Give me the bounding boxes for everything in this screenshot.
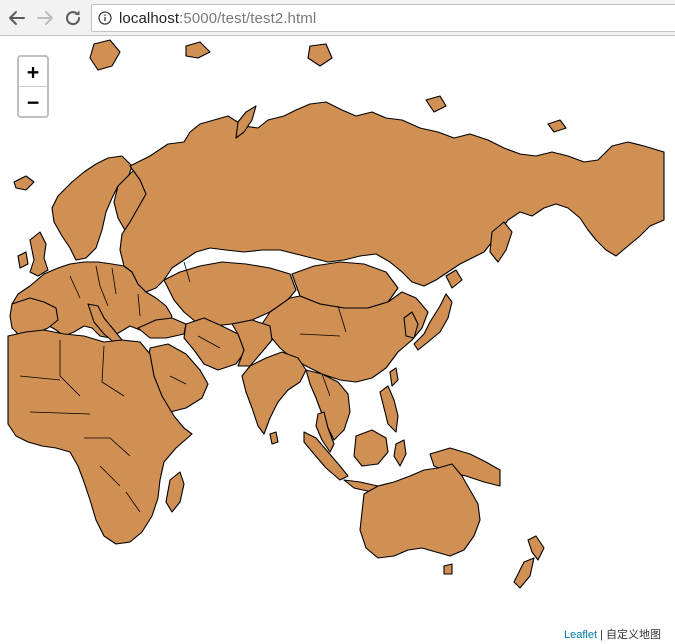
land-australia xyxy=(359,463,481,559)
zoom-in-button[interactable]: + xyxy=(19,57,47,87)
land-russia xyxy=(119,101,665,293)
browser-toolbar: localhost:5000/test/test2.html xyxy=(0,0,675,36)
land-new-zealand-south xyxy=(513,557,535,589)
address-bar[interactable]: localhost:5000/test/test2.html xyxy=(91,4,675,32)
land-taiwan xyxy=(389,367,399,387)
land-madagascar xyxy=(165,471,185,513)
land-uk xyxy=(29,231,49,277)
zoom-out-button[interactable]: − xyxy=(19,87,47,116)
land-new-siberian xyxy=(425,95,447,113)
url-host: localhost xyxy=(119,9,180,27)
land-iceland xyxy=(13,175,35,191)
arrow-left-icon xyxy=(9,11,25,25)
land-borneo xyxy=(353,429,389,467)
url-path: :5000/test/test2.html xyxy=(179,9,317,27)
zoom-control: + − xyxy=(17,55,49,118)
info-icon[interactable] xyxy=(98,11,112,25)
leaflet-link[interactable]: Leaflet xyxy=(564,629,597,641)
land-philippines xyxy=(379,385,399,433)
land-franz-josef xyxy=(185,41,211,59)
url-text[interactable]: localhost:5000/test/test2.html xyxy=(119,10,316,27)
reload-button[interactable] xyxy=(62,7,84,29)
land-severnaya xyxy=(307,43,333,67)
back-button[interactable] xyxy=(6,7,28,29)
land-svalbard xyxy=(89,39,121,71)
land-sri-lanka xyxy=(269,431,279,445)
map-container[interactable]: + − Leaflet | 自定义地图 xyxy=(0,36,675,644)
land-ireland xyxy=(17,251,29,269)
attribution-text: 自定义地图 xyxy=(606,629,661,641)
world-map[interactable] xyxy=(0,36,675,644)
map-attribution: Leaflet | 自定义地图 xyxy=(558,624,675,644)
arrow-right-icon xyxy=(37,11,53,25)
reload-icon xyxy=(66,10,81,26)
land-hokkaido xyxy=(445,269,463,289)
land-wrangel xyxy=(547,119,567,133)
land-new-zealand-north xyxy=(527,535,545,561)
land-sulawesi xyxy=(393,439,407,467)
forward-button[interactable] xyxy=(34,7,56,29)
attribution-separator: | xyxy=(597,629,606,641)
land-tasmania xyxy=(443,563,453,575)
